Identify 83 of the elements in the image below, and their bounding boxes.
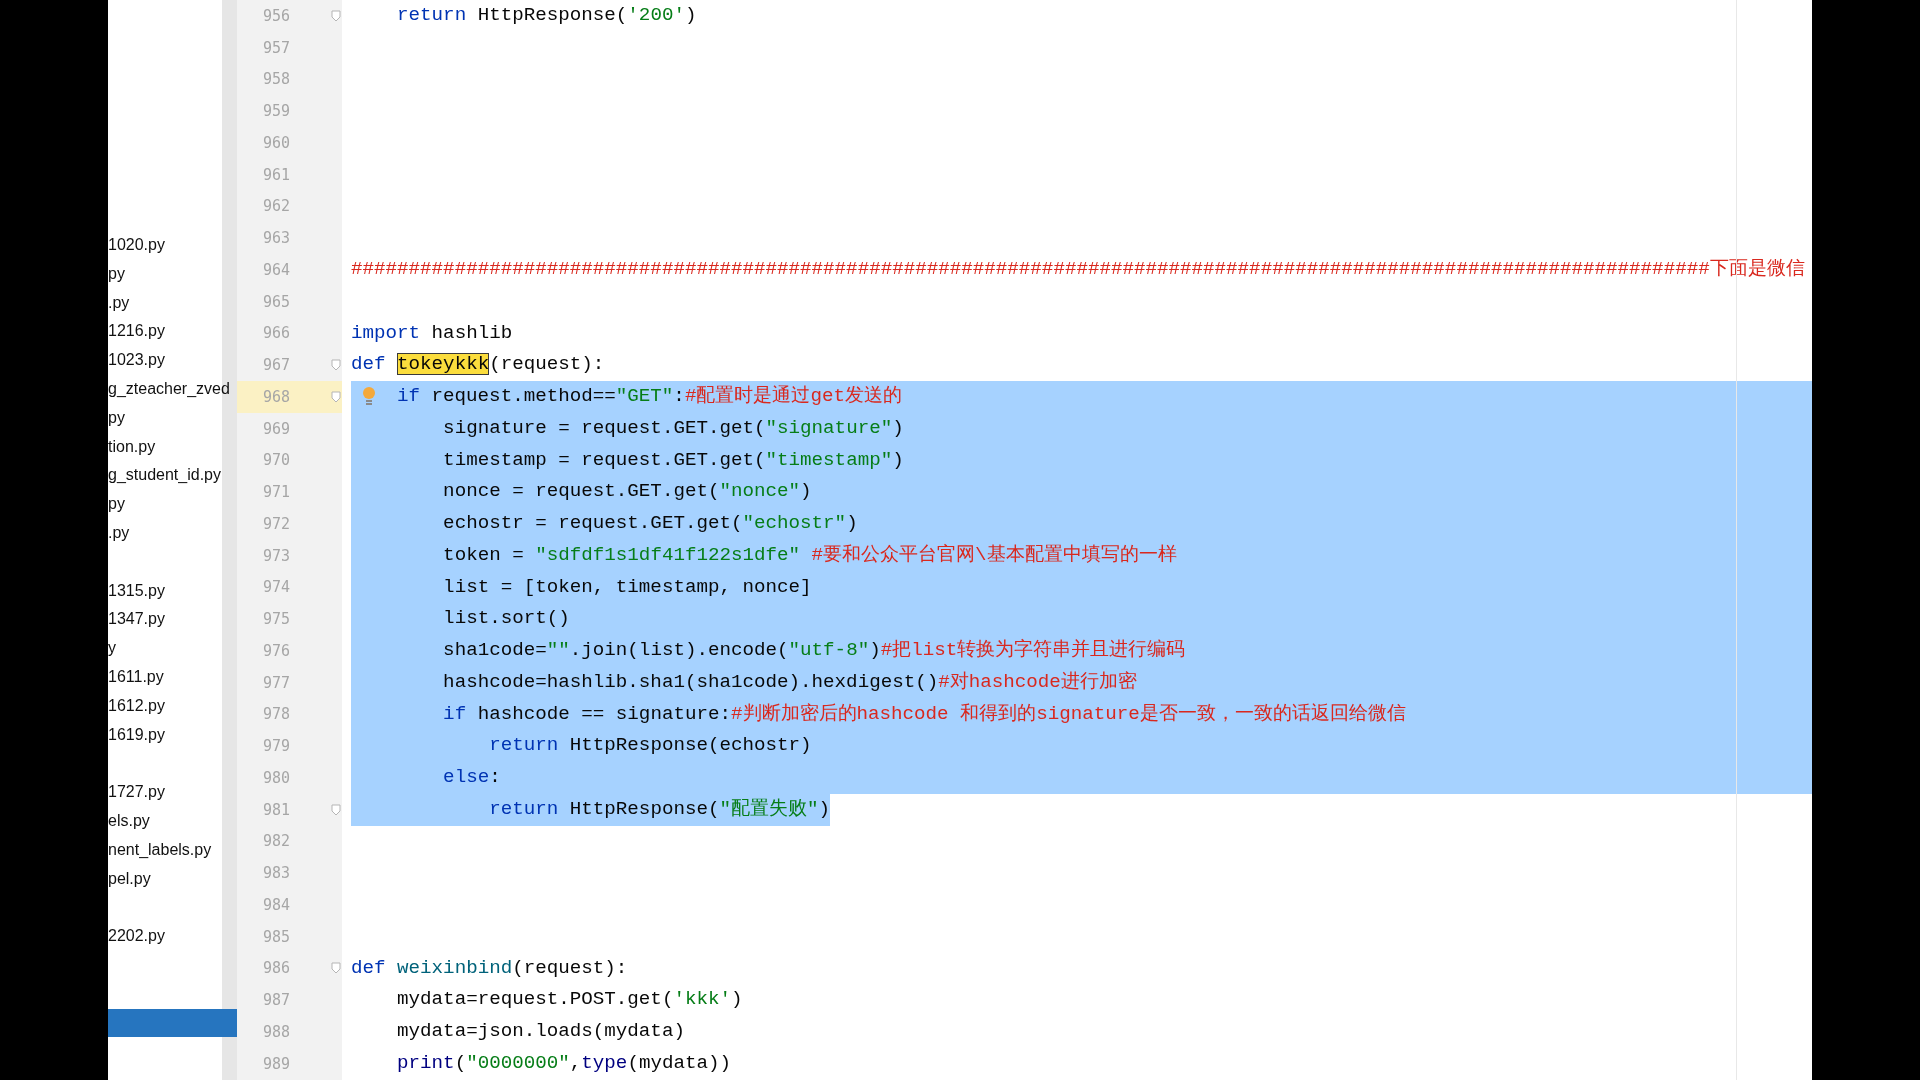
- code-line: if request.method=="GET":#配置时是通过get发送的: [397, 384, 902, 409]
- line-number: 966: [261, 324, 290, 343]
- line-number: 972: [261, 514, 290, 533]
- file-item[interactable]: 1023.py: [108, 346, 237, 375]
- line-number: 959: [261, 102, 290, 121]
- line-number: 960: [261, 133, 290, 152]
- fold-icon[interactable]: [331, 390, 341, 403]
- code-line: hashcode=hashlib.sha1(sha1code).hexdigest()#对hashcode进行加密: [442, 669, 1137, 695]
- code-line: def tokeykkk(request):: [351, 352, 605, 378]
- code-line: token = "sdfdf1s1df41f122s1dfe" #要和公众平台官网\基本配置中填写的一样: [442, 542, 1177, 568]
- file-item[interactable]: 1020.py: [108, 231, 237, 260]
- file-item[interactable]: py: [108, 490, 237, 519]
- file-item[interactable]: y: [108, 634, 237, 663]
- code-line: import hashlib: [351, 320, 513, 346]
- fold-icon[interactable]: [331, 359, 341, 372]
- line-number: 985: [261, 927, 290, 946]
- line-number: 988: [261, 1022, 290, 1041]
- code-line: timestamp = request.GET.get("timestamp"): [442, 447, 904, 473]
- code-line: list = [token, timestamp, nonce]: [442, 574, 812, 600]
- line-number: 964: [261, 260, 290, 279]
- code-line: def weixinbind(request):: [351, 955, 628, 981]
- file-item[interactable]: .py: [108, 288, 237, 318]
- line-number: 987: [261, 991, 290, 1010]
- line-number: 957: [261, 38, 290, 57]
- file-item[interactable]: 1619.py: [108, 720, 237, 750]
- selected-row[interactable]: [108, 1008, 237, 1038]
- code-line: nonce = request.GET.get("nonce"): [442, 479, 812, 505]
- line-number: 975: [261, 610, 290, 629]
- lightbulb-icon[interactable]: [361, 385, 377, 408]
- fold-icon[interactable]: [331, 803, 341, 816]
- file-item[interactable]: 1315.py: [108, 576, 237, 606]
- code-line: sha1code="".join(list).encode("utf-8")#把list转换为字符串并且进行编码: [442, 638, 1186, 663]
- file-item[interactable]: 1347.py: [108, 605, 237, 635]
- line-number: 971: [261, 483, 290, 502]
- line-number: 974: [261, 578, 290, 597]
- file-item[interactable]: 1612.py: [108, 691, 237, 721]
- file-item[interactable]: 1216.py: [108, 317, 237, 347]
- line-number: 965: [261, 292, 290, 311]
- file-item[interactable]: pel.py: [108, 864, 237, 894]
- line-number: 963: [261, 229, 290, 248]
- line-number: 983: [261, 864, 290, 883]
- file-item[interactable]: tion.py: [108, 432, 237, 462]
- code-line: signature = request.GET.get("signature"): [442, 415, 904, 441]
- line-number: 968: [261, 387, 290, 406]
- file-item[interactable]: 2202.py: [108, 922, 237, 951]
- code-line: return HttpResponse(echostr): [488, 733, 812, 759]
- file-item[interactable]: py: [108, 259, 237, 289]
- file-item[interactable]: nent_labels.py: [108, 835, 237, 865]
- line-number: 977: [261, 673, 290, 692]
- code-line: mydata=request.POST.get('kkk'): [396, 987, 743, 1013]
- code-line: list.sort(): [442, 606, 570, 632]
- file-item[interactable]: g_student_id.py: [108, 461, 237, 491]
- line-number: 970: [261, 451, 290, 470]
- code-line: else:: [442, 765, 501, 790]
- code-line: return HttpResponse('200'): [396, 3, 697, 28]
- file-item[interactable]: py: [108, 403, 237, 433]
- file-item[interactable]: 1611.py: [108, 662, 237, 692]
- line-number: 978: [261, 705, 290, 724]
- file-item[interactable]: .py: [108, 518, 237, 548]
- code-line: echostr = request.GET.get("echostr"): [442, 511, 858, 536]
- line-number: 962: [261, 197, 290, 216]
- line-number: 982: [261, 832, 290, 851]
- line-number: 986: [261, 959, 290, 978]
- code-line: mydata=json.loads(mydata): [396, 1019, 685, 1044]
- line-number: 984: [261, 895, 290, 914]
- line-number: 979: [261, 737, 290, 756]
- file-item[interactable]: els.py: [108, 806, 237, 836]
- line-number: 980: [261, 768, 290, 787]
- line-number: 973: [261, 546, 290, 565]
- fold-icon[interactable]: [331, 962, 341, 975]
- line-number: 961: [261, 165, 290, 184]
- line-number: 969: [261, 419, 290, 438]
- file-item[interactable]: 1727.py: [108, 778, 237, 807]
- fold-icon[interactable]: [331, 9, 341, 22]
- line-number: 958: [261, 70, 290, 89]
- line-number: 967: [261, 356, 290, 375]
- code-line: if hashcode == signature:#判断加密后的hashcode 和得到的signature是否一致，一致的话返回给微信: [442, 701, 1406, 727]
- line-number: 989: [261, 1054, 290, 1073]
- line-number: 976: [261, 641, 290, 660]
- line-number: 956: [261, 6, 290, 25]
- file-item[interactable]: g_zteacher_zved: [108, 375, 237, 404]
- line-number: 981: [261, 800, 290, 819]
- code-line: print("0000000",type(mydata)): [396, 1050, 731, 1076]
